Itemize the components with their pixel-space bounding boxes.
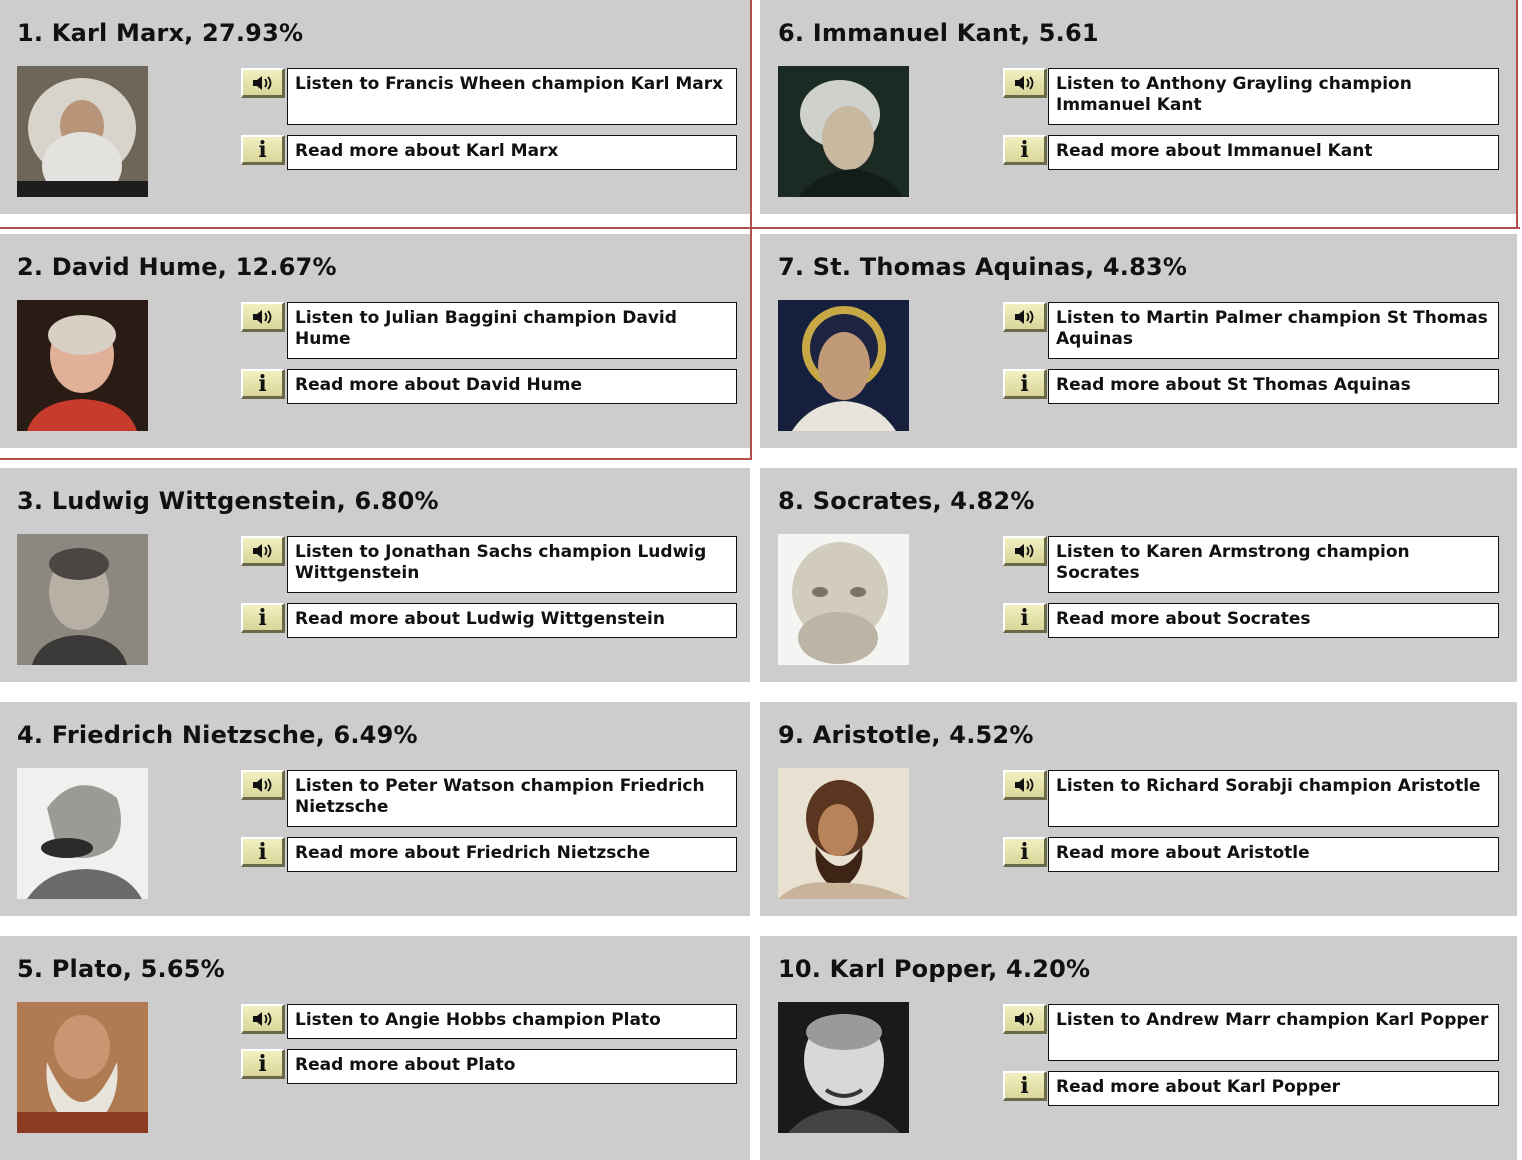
info-icon: i [258,136,267,163]
selection-outline [750,0,752,460]
speaker-icon [1014,309,1033,324]
portrait-image [778,300,909,431]
info-icon: i [1020,604,1029,631]
play-audio-button[interactable] [241,68,285,98]
selection-outline [0,227,1520,229]
read-more-link[interactable]: Read more about St Thomas Aquinas [1048,369,1499,404]
portrait-image [17,768,148,899]
listen-link[interactable]: Listen to Martin Palmer champion St Thom… [1048,302,1499,359]
play-audio-button[interactable] [241,1004,285,1034]
info-icon: i [1020,838,1029,865]
read-more-link[interactable]: Read more about Karl Popper [1048,1071,1499,1106]
listen-link[interactable]: Listen to Karen Armstrong champion Socra… [1048,536,1499,593]
card-title: 10. Karl Popper, 4.20% [778,955,1091,983]
info-icon: i [258,604,267,631]
info-button[interactable]: i [241,135,285,165]
read-more-link[interactable]: Read more about Ludwig Wittgenstein [287,603,737,638]
play-audio-button[interactable] [1003,1004,1047,1034]
portrait-image [778,768,909,899]
card-title: 5. Plato, 5.65% [17,955,225,983]
listen-link[interactable]: Listen to Julian Baggini champion David … [287,302,737,359]
read-more-link[interactable]: Read more about David Hume [287,369,737,404]
info-icon: i [1020,136,1029,163]
info-button[interactable]: i [1003,135,1047,165]
philosopher-card: 5. Plato, 5.65% Listen to Angie Hobbs ch… [0,936,750,1160]
card-title: 2. David Hume, 12.67% [17,253,337,281]
card-title: 8. Socrates, 4.82% [778,487,1035,515]
speaker-icon [1014,75,1033,90]
info-button[interactable]: i [241,603,285,633]
listen-link[interactable]: Listen to Anthony Grayling champion Imma… [1048,68,1499,125]
philosopher-card: 8. Socrates, 4.82% Listen to Karen Armst… [760,468,1517,682]
listen-link[interactable]: Listen to Francis Wheen champion Karl Ma… [287,68,737,125]
info-icon: i [1020,1072,1029,1099]
info-button[interactable]: i [1003,1071,1047,1101]
info-icon: i [258,1050,267,1077]
listen-link[interactable]: Listen to Andrew Marr champion Karl Popp… [1048,1004,1499,1061]
listen-link[interactable]: Listen to Peter Watson champion Friedric… [287,770,737,827]
read-more-link[interactable]: Read more about Plato [287,1049,737,1084]
read-more-link[interactable]: Read more about Karl Marx [287,135,737,170]
info-icon: i [1020,370,1029,397]
philosopher-card: 4. Friedrich Nietzsche, 6.49% Listen to … [0,702,750,916]
card-title: 9. Aristotle, 4.52% [778,721,1034,749]
info-button[interactable]: i [1003,603,1047,633]
info-icon: i [258,838,267,865]
info-button[interactable]: i [241,1049,285,1079]
info-button[interactable]: i [241,837,285,867]
speaker-icon [252,777,271,792]
philosopher-card: 3. Ludwig Wittgenstein, 6.80% Listen to … [0,468,750,682]
play-audio-button[interactable] [241,536,285,566]
philosopher-card: 10. Karl Popper, 4.20% Listen to Andrew … [760,936,1517,1160]
card-title: 4. Friedrich Nietzsche, 6.49% [17,721,418,749]
listen-link[interactable]: Listen to Angie Hobbs champion Plato [287,1004,737,1039]
philosopher-card: 7. St. Thomas Aquinas, 4.83% Listen to M… [760,234,1517,448]
info-button[interactable]: i [241,369,285,399]
speaker-icon [252,1011,271,1026]
portrait-image [17,300,148,431]
play-audio-button[interactable] [241,770,285,800]
card-title: 6. Immanuel Kant, 5.61 [778,19,1099,47]
portrait-image [17,66,148,197]
card-title: 1. Karl Marx, 27.93% [17,19,304,47]
selection-outline [1516,0,1518,229]
speaker-icon [1014,543,1033,558]
play-audio-button[interactable] [1003,770,1047,800]
speaker-icon [1014,1011,1033,1026]
read-more-link[interactable]: Read more about Socrates [1048,603,1499,638]
speaker-icon [252,543,271,558]
philosopher-card: 6. Immanuel Kant, 5.61 Listen to Anthony… [760,0,1517,214]
play-audio-button[interactable] [1003,302,1047,332]
portrait-image [778,534,909,665]
read-more-link[interactable]: Read more about Aristotle [1048,837,1499,872]
card-title: 7. St. Thomas Aquinas, 4.83% [778,253,1188,281]
philosopher-card: 1. Karl Marx, 27.93% Listen to Francis W… [0,0,750,214]
play-audio-button[interactable] [241,302,285,332]
speaker-icon [252,75,271,90]
portrait-image [17,534,148,665]
info-icon: i [258,370,267,397]
philosopher-card: 2. David Hume, 12.67% Listen to Julian B… [0,234,750,448]
card-title: 3. Ludwig Wittgenstein, 6.80% [17,487,439,515]
portrait-image [778,66,909,197]
info-button[interactable]: i [1003,837,1047,867]
listen-link[interactable]: Listen to Jonathan Sachs champion Ludwig… [287,536,737,593]
portrait-image [17,1002,148,1133]
speaker-icon [252,309,271,324]
play-audio-button[interactable] [1003,536,1047,566]
speaker-icon [1014,777,1033,792]
selection-outline [0,458,752,460]
info-button[interactable]: i [1003,369,1047,399]
listen-link[interactable]: Listen to Richard Sorabji champion Arist… [1048,770,1499,827]
play-audio-button[interactable] [1003,68,1047,98]
philosopher-card: 9. Aristotle, 4.52% Listen to Richard So… [760,702,1517,916]
portrait-image [778,1002,909,1133]
read-more-link[interactable]: Read more about Friedrich Nietzsche [287,837,737,872]
read-more-link[interactable]: Read more about Immanuel Kant [1048,135,1499,170]
